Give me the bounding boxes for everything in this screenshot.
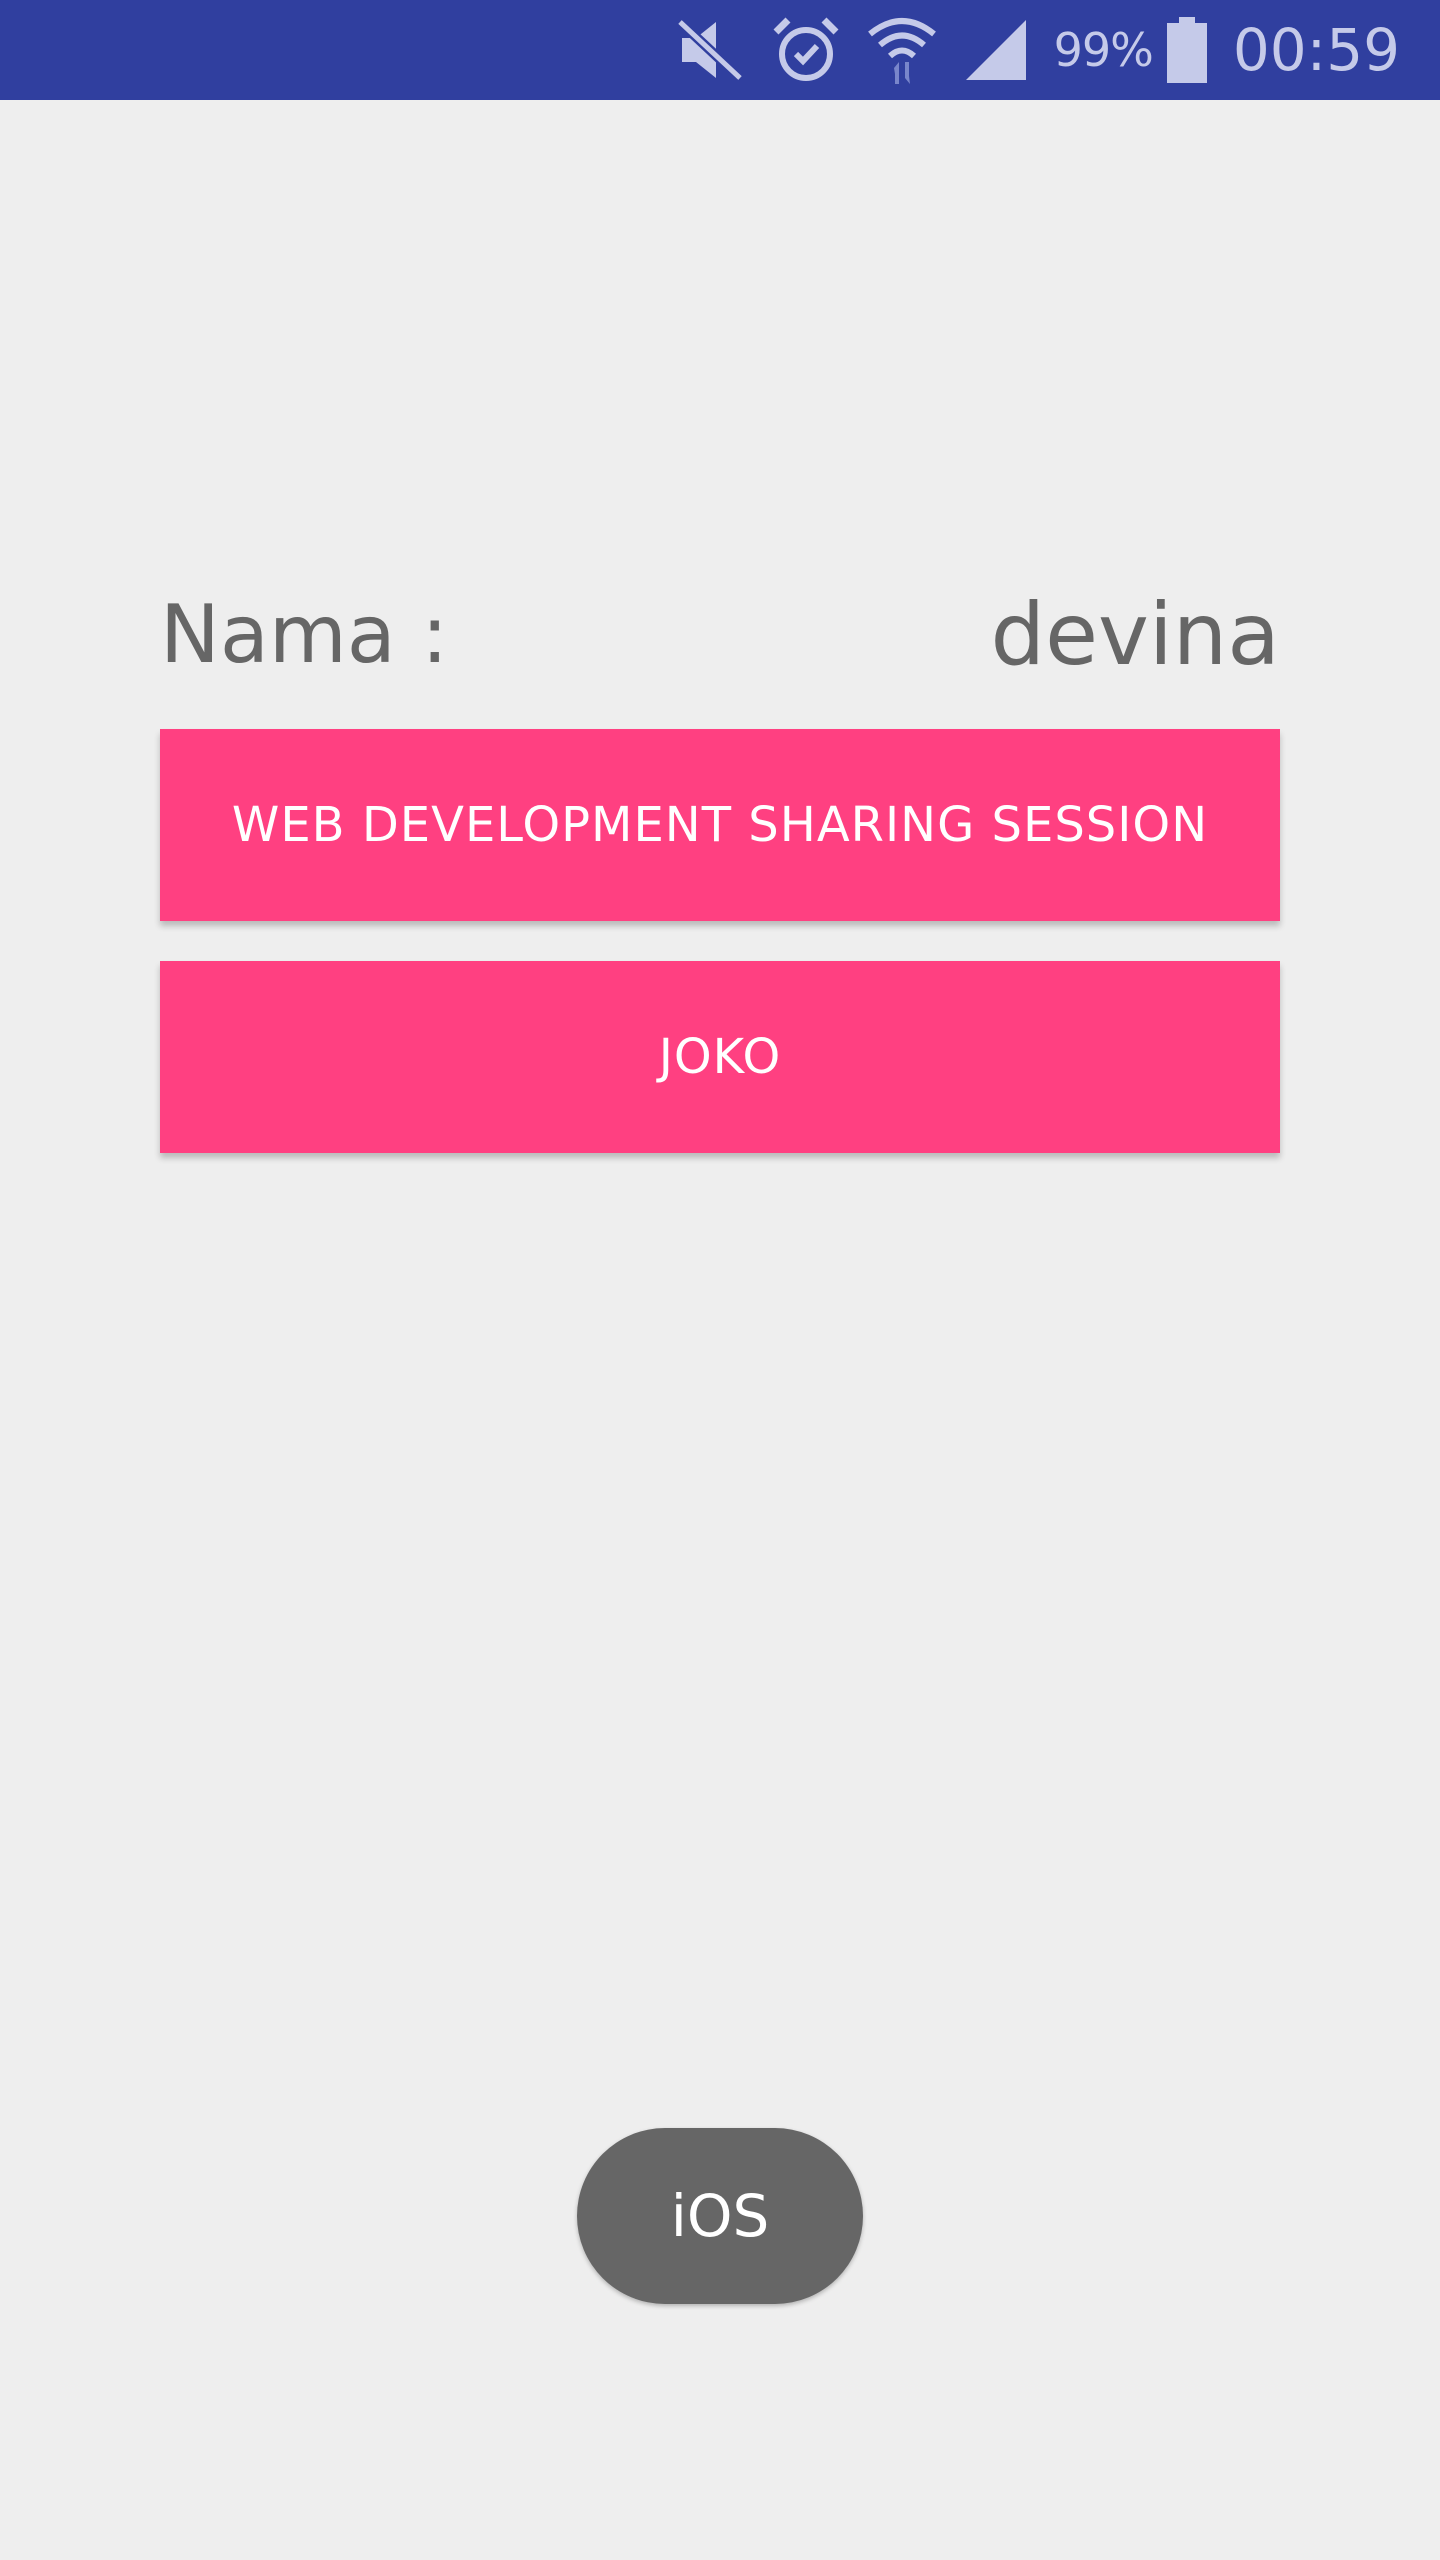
- toast-message: iOS: [577, 2128, 863, 2304]
- status-bar: 99% 00:59: [0, 0, 1440, 100]
- signal-icon: [965, 20, 1026, 80]
- web-development-session-button[interactable]: WEB DEVELOPMENT SHARING SESSION: [160, 729, 1280, 921]
- status-icons: 99% 00:59: [676, 0, 1440, 100]
- battery-percent: 99%: [1053, 23, 1154, 77]
- mute-icon: [676, 18, 744, 82]
- status-time: 00:59: [1232, 16, 1400, 84]
- battery-icon: [1166, 17, 1207, 83]
- wifi-icon: [867, 18, 936, 84]
- joko-button[interactable]: JOKO: [160, 961, 1280, 1153]
- name-value: devina: [990, 585, 1281, 685]
- name-label: Nama :: [160, 588, 449, 681]
- name-row: Nama : devina: [160, 575, 1280, 695]
- alarm-icon: [773, 17, 839, 81]
